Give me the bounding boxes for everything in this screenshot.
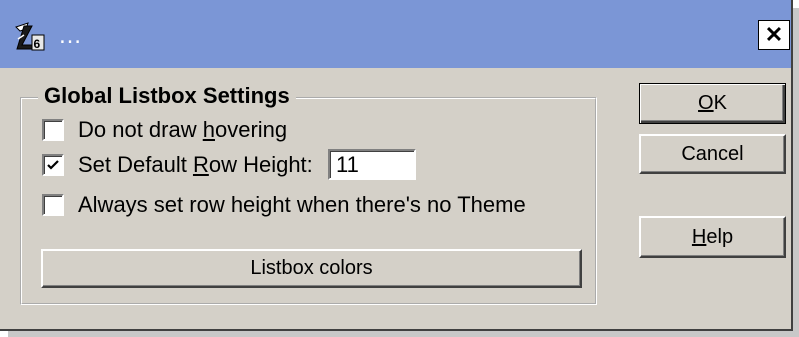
ok-button[interactable]: OK xyxy=(639,83,786,124)
default-row-height-label: Set Default Row Height: xyxy=(78,152,313,177)
window-title: … xyxy=(58,22,84,49)
help-label: Help xyxy=(691,225,734,248)
window-shadow-bottom xyxy=(8,331,799,337)
app-icon: 6 xyxy=(15,22,45,51)
svg-text:6: 6 xyxy=(34,37,41,51)
no-hover-checkbox[interactable] xyxy=(42,119,64,141)
listbox-colors-button[interactable]: Listbox colors xyxy=(41,249,582,288)
always-row-height-label: Always set row height when there's no Th… xyxy=(78,192,526,217)
default-row-height-checkbox[interactable] xyxy=(42,154,64,176)
close-icon: ✕ xyxy=(764,22,784,47)
listbox-colors-label: Listbox colors xyxy=(250,257,373,279)
no-hover-label: Do not draw hovering xyxy=(78,117,288,142)
help-button[interactable]: Help xyxy=(639,216,786,258)
cancel-button[interactable]: Cancel xyxy=(639,134,786,174)
window-shadow-right xyxy=(793,8,799,337)
ok-label: OK xyxy=(698,92,727,114)
group-title: Global Listbox Settings xyxy=(38,83,296,109)
title-bar[interactable]: 6 … ✕ xyxy=(0,0,791,68)
always-row-height-option[interactable]: Always set row height when there's no Th… xyxy=(42,192,526,218)
always-row-height-checkbox[interactable] xyxy=(42,194,64,216)
no-hover-option[interactable]: Do not draw hovering xyxy=(42,117,287,143)
cancel-label: Cancel xyxy=(681,142,744,165)
check-icon xyxy=(47,160,59,170)
close-button[interactable]: ✕ xyxy=(758,20,790,50)
dialog-window: 6 … ✕ Global Listbox Settings Do not dra… xyxy=(0,0,793,331)
row-height-input[interactable] xyxy=(328,149,416,180)
default-row-height-option[interactable]: Set Default Row Height: xyxy=(42,152,313,178)
